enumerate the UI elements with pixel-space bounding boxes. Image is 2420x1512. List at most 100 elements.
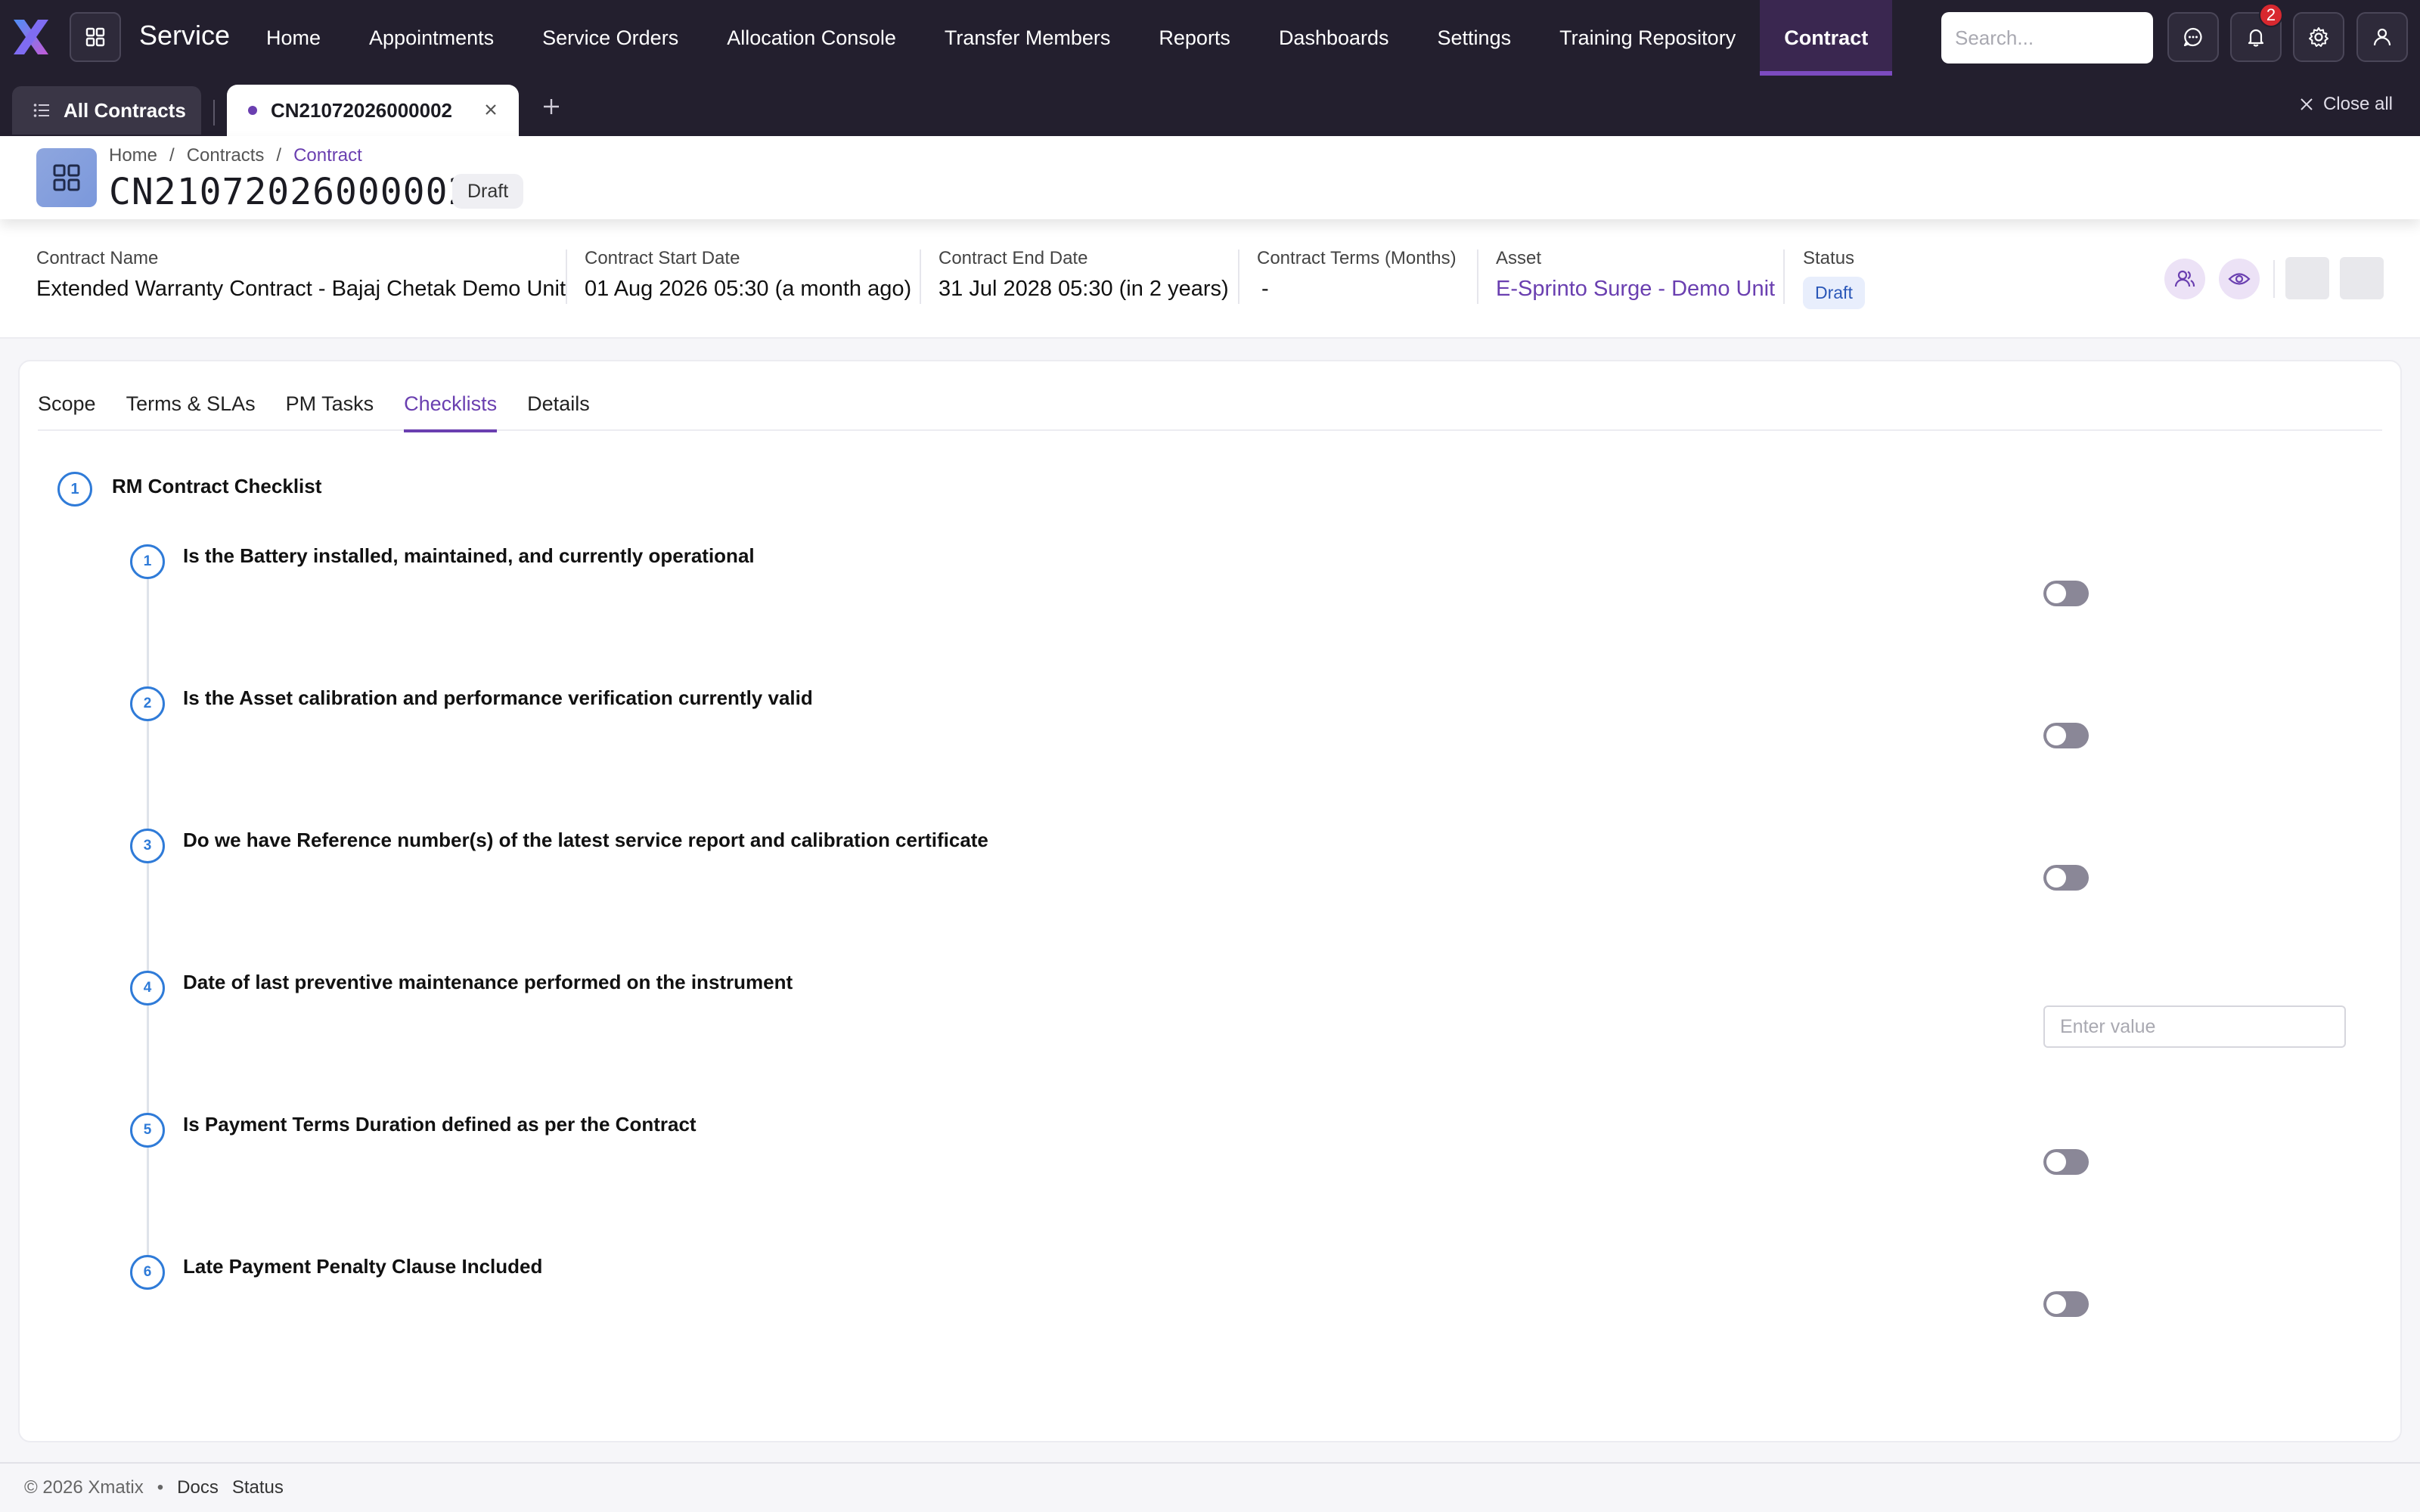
- nav-item-settings[interactable]: Settings: [1413, 0, 1536, 76]
- copyright: © 2026 Xmatix: [24, 1477, 144, 1498]
- breadcrumb-contracts[interactable]: Contracts: [187, 145, 265, 166]
- status-link[interactable]: Status: [232, 1477, 284, 1498]
- divider: [1783, 249, 1785, 304]
- field-value: Extended Warranty Contract - Bajaj Cheta…: [36, 277, 566, 301]
- settings-button[interactable]: [2293, 12, 2344, 62]
- divider: [920, 249, 921, 304]
- eye-icon: [2228, 273, 2251, 285]
- tab-scope[interactable]: Scope: [38, 376, 96, 431]
- profile-button[interactable]: [2356, 12, 2408, 62]
- nav-item-reports[interactable]: Reports: [1134, 0, 1255, 76]
- breadcrumb: Home / Contracts / Contract: [109, 145, 362, 166]
- nav-item-allocation-console[interactable]: Allocation Console: [703, 0, 920, 76]
- tab-divider: [213, 100, 215, 125]
- app-switcher-button[interactable]: [70, 12, 121, 62]
- question-text: Late Payment Penalty Clause Included: [183, 1255, 543, 1278]
- main-nav: Home Appointments Service Orders Allocat…: [242, 0, 1893, 76]
- contract-detail-card: Scope Terms & SLAs PM Tasks Checklists D…: [18, 360, 2402, 1442]
- document-tab-label: CN21072026000002: [271, 98, 452, 122]
- assign-members-button[interactable]: [2164, 259, 2205, 299]
- breadcrumb-current: Contract: [293, 145, 362, 166]
- nav-item-contract[interactable]: Contract: [1760, 0, 1893, 76]
- question-toggle[interactable]: [2043, 581, 2089, 606]
- field-label: Contract Start Date: [585, 248, 740, 268]
- action-button[interactable]: [2340, 257, 2384, 299]
- question-text: Date of last preventive maintenance perf…: [183, 971, 793, 993]
- question-toggle[interactable]: [2043, 1149, 2089, 1175]
- content-tabs: Scope Terms & SLAs PM Tasks Checklists D…: [38, 376, 2382, 432]
- field-value: 31 Jul 2028 05:30 (in 2 years): [939, 277, 1229, 301]
- step-connector: [147, 562, 149, 1273]
- field-label: Contract Name: [36, 248, 159, 268]
- field-label: Contract Terms (Months): [1257, 248, 1457, 268]
- bell-icon: [2248, 29, 2264, 47]
- contract-name-field: Contract Name Extended Warranty Contract…: [36, 248, 566, 302]
- question-number: 2: [130, 686, 165, 721]
- divider: [1477, 249, 1478, 304]
- grid-icon: [53, 164, 80, 191]
- tab-checklists[interactable]: Checklists: [404, 376, 498, 432]
- app-grid-icon: [85, 27, 105, 47]
- nav-item-transfer-members[interactable]: Transfer Members: [920, 0, 1135, 76]
- checklist-number: 1: [57, 472, 92, 507]
- asset-link[interactable]: E-Sprinto Surge - Demo Unit: [1496, 277, 1775, 302]
- question-text: Is the Battery installed, maintained, an…: [183, 544, 755, 567]
- nav-item-service-orders[interactable]: Service Orders: [518, 0, 703, 76]
- toggle-knob: [2046, 1294, 2066, 1314]
- divider: [2273, 260, 2275, 298]
- field-value: 01 Aug 2026 05:30 (a month ago): [585, 277, 912, 301]
- terms-field: Contract Terms (Months) -: [1257, 248, 1457, 302]
- docs-link[interactable]: Docs: [177, 1477, 219, 1498]
- close-all-tabs-button[interactable]: Close all: [2299, 94, 2393, 115]
- page-title: CN21072026000002: [109, 171, 471, 213]
- close-icon[interactable]: [482, 101, 499, 118]
- record-header: Home / Contracts / Contract CN2107202600…: [0, 136, 2420, 219]
- page-footer: © 2026 Xmatix • Docs Status: [0, 1462, 2420, 1512]
- question-value-input[interactable]: [2043, 1005, 2346, 1048]
- list-icon: [33, 104, 49, 117]
- document-tab-bar: All Contracts CN21072026000002: [0, 76, 2420, 136]
- nav-item-training-repository[interactable]: Training Repository: [1535, 0, 1760, 76]
- footer-separator: •: [157, 1477, 164, 1498]
- question-toggle[interactable]: [2043, 1291, 2089, 1317]
- all-contracts-label: All Contracts: [64, 98, 186, 122]
- question-number: 6: [130, 1255, 165, 1290]
- close-icon: [2301, 98, 2313, 110]
- question-toggle[interactable]: [2043, 865, 2089, 891]
- contract-document-tab[interactable]: CN21072026000002: [227, 85, 519, 136]
- nav-item-appointments[interactable]: Appointments: [345, 0, 518, 76]
- notifications-button[interactable]: 2: [2230, 3, 2283, 62]
- checklist-title: RM Contract Checklist: [112, 475, 322, 497]
- question-number: 5: [130, 1113, 165, 1148]
- plus-icon[interactable]: [541, 97, 561, 116]
- notification-count-badge: 2: [2259, 3, 2283, 27]
- contract-avatar: [36, 148, 97, 207]
- close-all-label: Close all: [2322, 94, 2393, 114]
- all-contracts-tab[interactable]: All Contracts: [12, 86, 201, 135]
- tab-pm-tasks[interactable]: PM Tasks: [286, 376, 374, 431]
- search-input[interactable]: [1941, 12, 2153, 64]
- field-value: -: [1261, 277, 1269, 301]
- x-logo-icon[interactable]: [11, 17, 51, 57]
- breadcrumb-home[interactable]: Home: [109, 145, 157, 166]
- status-badge: Draft: [1803, 277, 1865, 309]
- chat-button[interactable]: [2167, 12, 2219, 62]
- toggle-knob: [2046, 1152, 2066, 1172]
- action-button[interactable]: [2285, 257, 2329, 299]
- global-search: [1941, 12, 2153, 64]
- breadcrumb-separator: /: [169, 145, 175, 166]
- tab-terms-slas[interactable]: Terms & SLAs: [126, 376, 256, 431]
- start-date-field: Contract Start Date 01 Aug 2026 05:30 (a…: [585, 248, 911, 302]
- question-number: 4: [130, 971, 165, 1005]
- user-icon: [2373, 28, 2391, 46]
- question-text: Do we have Reference number(s) of the la…: [183, 829, 988, 851]
- question-toggle[interactable]: [2043, 723, 2089, 748]
- unsaved-dot: [248, 106, 257, 115]
- watch-button[interactable]: [2219, 259, 2260, 299]
- app-title: Service: [139, 20, 231, 51]
- field-label: Asset: [1496, 248, 1542, 268]
- tab-details[interactable]: Details: [527, 376, 590, 431]
- nav-item-dashboards[interactable]: Dashboards: [1255, 0, 1413, 76]
- toggle-knob: [2046, 726, 2066, 745]
- nav-item-home[interactable]: Home: [242, 0, 345, 76]
